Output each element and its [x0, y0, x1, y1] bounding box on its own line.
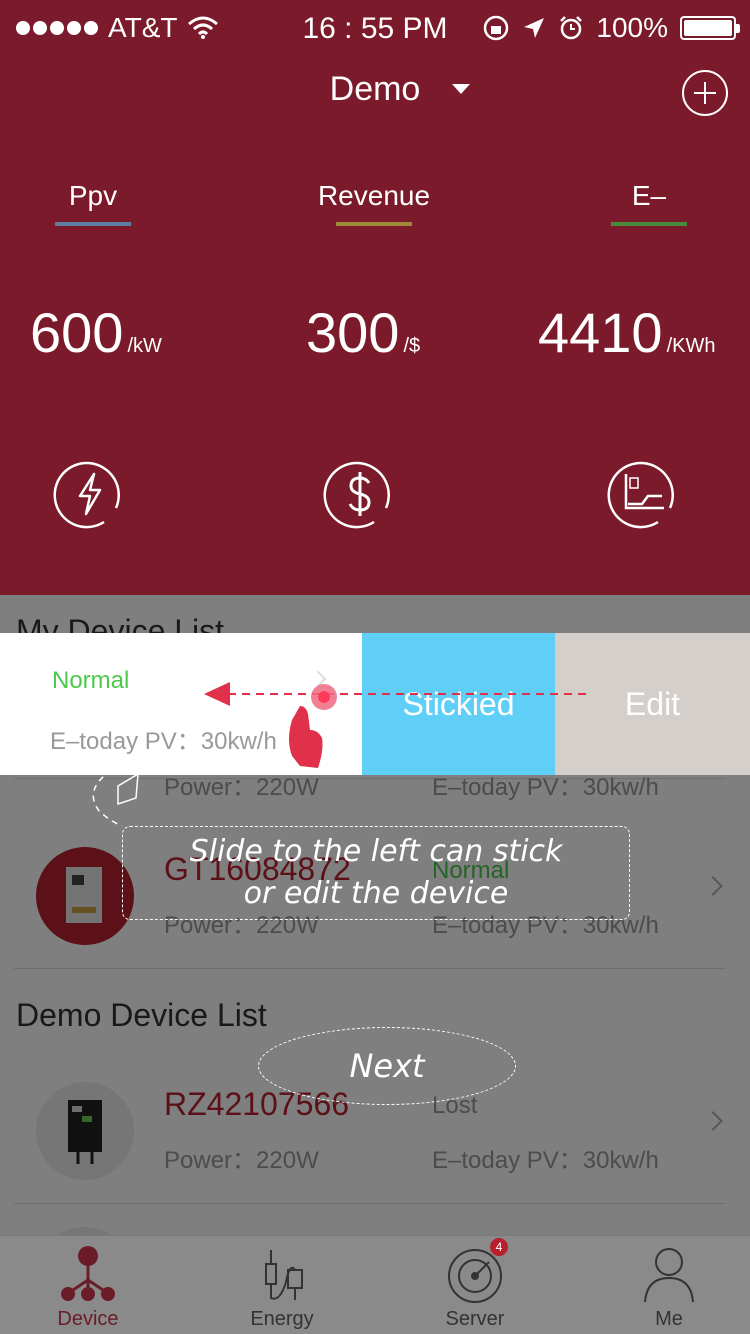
metric-energy: 4410/KWh	[538, 300, 715, 365]
metric-unit: /$	[403, 335, 421, 357]
metric-unit: /KWh	[666, 335, 716, 357]
guide-tooltip: Slide to the left can stick or edit the …	[122, 826, 630, 920]
metric-unit: /kW	[127, 335, 162, 357]
energy-icon	[265, 1250, 303, 1300]
lightning-icon[interactable]	[52, 456, 128, 532]
add-plant-button[interactable]	[682, 70, 728, 116]
tab-label: Revenue	[317, 180, 431, 211]
guide-line-1: Slide to the left can stick	[189, 834, 563, 869]
status-right: 100%	[482, 12, 740, 44]
header: AT&T 16 : 55 PM 100% Demo Ppv Revenue E–…	[0, 0, 750, 595]
tab-energy-nav[interactable]: Energy	[217, 1236, 347, 1334]
next-button[interactable]: Next	[258, 1027, 516, 1105]
stick-button[interactable]: Stickied	[362, 633, 555, 775]
battery-fill	[684, 20, 732, 36]
tab-label: E–	[631, 180, 667, 211]
tab-underline	[336, 222, 412, 226]
page-title[interactable]: Demo	[0, 70, 750, 109]
device-etoday: E–today PV：30kw/h	[50, 728, 277, 755]
notification-badge: 4	[490, 1238, 508, 1256]
tab-bar: Device Energy 4 Server Me	[0, 1235, 750, 1334]
tab-revenue[interactable]: Revenue	[309, 180, 439, 226]
metric-value: 600	[30, 301, 124, 364]
app-screen: AT&T 16 : 55 PM 100% Demo Ppv Revenue E–…	[0, 0, 750, 1334]
metric-value: 4410	[538, 301, 663, 364]
chevron-down-icon[interactable]	[452, 84, 470, 94]
title-row: Demo	[0, 64, 750, 116]
device-status: Normal	[52, 667, 130, 694]
metric-tabs: Ppv Revenue E–	[0, 180, 750, 240]
tab-me[interactable]: Me	[604, 1236, 734, 1334]
metrics-row: 600/kW 300/$ 4410/KWh	[0, 300, 750, 390]
location-icon	[524, 18, 545, 38]
tab-label: Ppv	[68, 180, 118, 211]
dollar-icon[interactable]	[322, 456, 398, 532]
tab-server[interactable]: 4 Server	[410, 1236, 540, 1334]
chart-icon[interactable]	[606, 456, 682, 532]
swipe-row[interactable]: Normal E–today PV：30kw/h Stickied Edit	[0, 633, 750, 775]
tab-device[interactable]: Device	[23, 1236, 153, 1334]
rotation-lock-icon	[484, 15, 509, 41]
tab-underline	[611, 222, 687, 226]
user-icon	[644, 1248, 694, 1303]
tab-underline	[55, 222, 131, 226]
tab-label: Device	[57, 1308, 119, 1330]
metric-revenue: 300/$	[306, 300, 420, 365]
tab-ppv[interactable]: Ppv	[28, 180, 158, 226]
tab-label: Me	[655, 1308, 683, 1330]
status-bar: AT&T 16 : 55 PM 100%	[0, 0, 750, 56]
edit-button[interactable]: Edit	[555, 633, 750, 775]
metric-value: 300	[306, 301, 400, 364]
tab-label: Energy	[250, 1308, 314, 1330]
tab-energy[interactable]: E–	[584, 180, 714, 226]
metric-ppv: 600/kW	[30, 300, 162, 365]
metric-icons	[0, 456, 750, 536]
device-icon	[61, 1246, 115, 1301]
guide-line-2: or edit the device	[243, 876, 509, 911]
chevron-right-icon	[309, 670, 327, 688]
battery-icon	[680, 16, 740, 40]
alarm-icon	[560, 16, 583, 40]
tab-label: Server	[445, 1308, 505, 1330]
battery-label: 100%	[596, 12, 668, 43]
